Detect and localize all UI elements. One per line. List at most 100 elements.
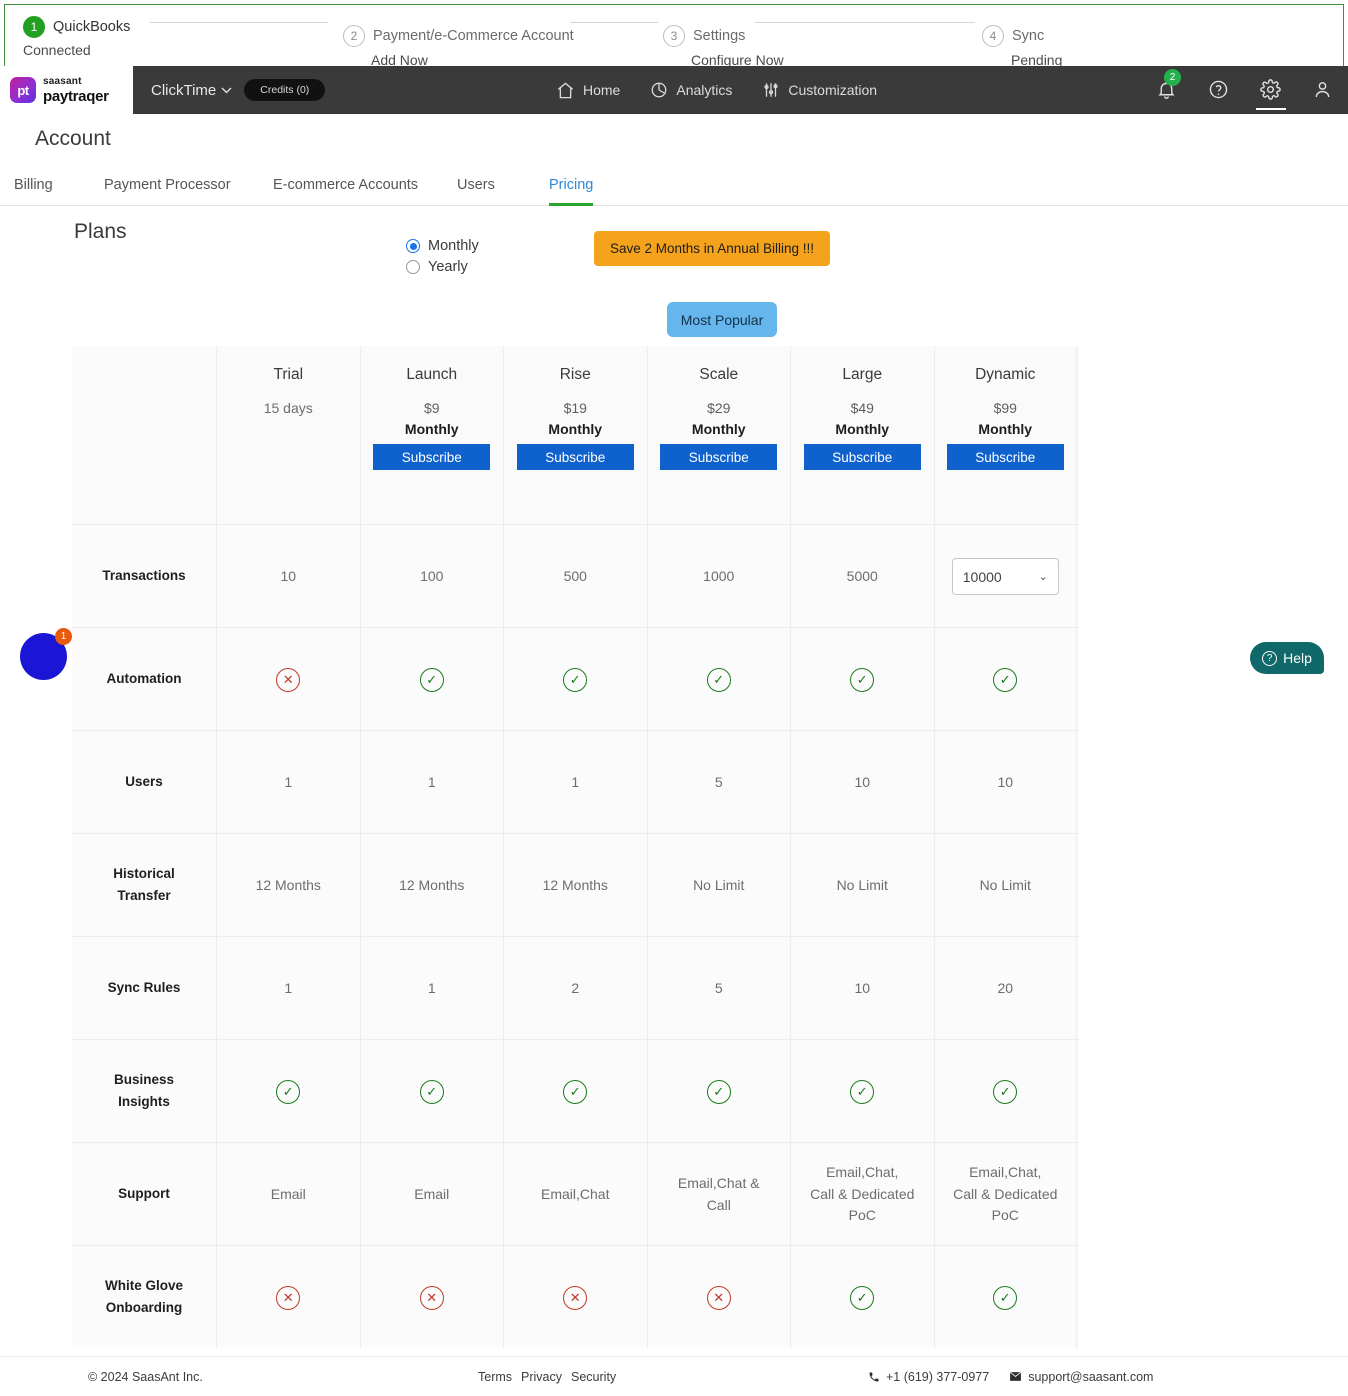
feature-value-cell: Email,Chat, Call & Dedicated PoC <box>790 1143 934 1246</box>
plan-column-rise: Rise $19 Monthly Subscribe <box>503 346 647 524</box>
feature-included-cell: ✓ <box>646 628 791 731</box>
feature-included-cell: ✓ <box>790 1040 934 1143</box>
tab-billing[interactable]: Billing <box>14 166 53 205</box>
tab-ecommerce-accounts[interactable]: E-commerce Accounts <box>273 166 418 205</box>
stepper-step-payment[interactable]: 2 Payment/e-Commerce Account <box>343 25 574 47</box>
subscribe-button-large[interactable]: Subscribe <box>803 444 921 470</box>
phone-icon <box>868 1371 880 1383</box>
step-title: Sync <box>1012 28 1045 44</box>
logo-brand-bottom: paytraqer <box>43 87 109 105</box>
feature-included-cell: ✓ <box>790 1246 934 1349</box>
feature-value-cell: 1 <box>216 937 360 1040</box>
feature-excluded-cell: ✕ <box>503 1246 647 1349</box>
feature-value-cell: 1000 <box>646 525 791 628</box>
transactions-volume-select[interactable]: 10000 ⌄ <box>951 558 1059 595</box>
credits-badge[interactable]: Credits (0) <box>244 79 326 101</box>
subscribe-button-launch[interactable]: Subscribe <box>373 444 491 470</box>
paytraqer-logo-icon: pt <box>10 77 36 103</box>
notifications-button[interactable]: 2 <box>1156 69 1181 101</box>
page-title: Account <box>35 127 111 150</box>
annual-savings-banner[interactable]: Save 2 Months in Annual Billing !!! <box>594 231 830 266</box>
app-logo[interactable]: pt saasant paytraqer <box>0 66 133 114</box>
footer-email[interactable]: support@saasant.com <box>1009 1370 1153 1384</box>
select-value: 10000 <box>962 568 1002 585</box>
feature-label: Sync Rules <box>107 980 181 996</box>
nav-label: Customization <box>788 82 878 98</box>
feature-value-cell: 12 Months <box>503 834 647 937</box>
help-button-label: Help <box>1283 650 1312 666</box>
pricing-feature-row: Historical Transfer 12 Months 12 Months 12 M… <box>72 833 1079 937</box>
check-circle-icon: ✓ <box>706 1079 731 1104</box>
nav-item-customization[interactable]: Customization <box>762 81 877 99</box>
tab-pricing[interactable]: Pricing <box>549 166 593 206</box>
help-button[interactable]: ? Help <box>1250 642 1324 674</box>
step-title: QuickBooks <box>53 19 131 35</box>
nav-label: Home <box>583 82 621 98</box>
feature-included-cell: ✓ <box>216 1040 360 1143</box>
envelope-icon <box>1009 1371 1022 1382</box>
plan-name: Trial <box>273 366 304 383</box>
logo-brand-top: saasant <box>43 75 82 87</box>
radio-yearly[interactable]: Yearly <box>406 259 479 275</box>
footer-phone[interactable]: +1 (619) 377-0977 <box>868 1370 989 1384</box>
check-circle-icon: ✓ <box>850 667 875 692</box>
step-number-badge: 4 <box>982 25 1004 47</box>
plan-period: Monthly <box>548 421 603 437</box>
tab-payment-processor[interactable]: Payment Processor <box>104 166 231 205</box>
help-circle-button[interactable] <box>1208 79 1230 101</box>
pricing-feature-row: Business Insights ✓ ✓ ✓ ✓ ✓ ✓ <box>72 1039 1079 1143</box>
feature-included-cell: ✓ <box>933 1246 1077 1349</box>
transactions-select-cell: 10000 ⌄ <box>933 525 1077 628</box>
feature-label: Support <box>118 1186 170 1202</box>
plan-column-large: Large $49 Monthly Subscribe <box>790 346 934 524</box>
feature-included-cell: ✓ <box>933 628 1077 731</box>
feature-label: Transactions <box>102 568 186 584</box>
settings-gear-button[interactable] <box>1256 79 1286 110</box>
feature-value-cell: 10 <box>216 525 360 628</box>
plan-price: $9 <box>423 400 440 416</box>
feature-value-cell: 12 Months <box>216 834 360 937</box>
feature-value-cell: 12 Months <box>359 834 504 937</box>
feature-value-cell: 1 <box>359 937 504 1040</box>
feature-value-cell: 1 <box>359 731 504 834</box>
feature-value-cell: Email <box>216 1143 360 1246</box>
feature-value-cell: Email,Chat, Call & Dedicated PoC <box>933 1143 1077 1246</box>
footer-links: Terms Privacy Security <box>478 1370 616 1384</box>
plan-price: $49 <box>850 400 874 416</box>
stepper-step-sync[interactable]: 4 Sync <box>982 25 1044 47</box>
subscribe-button-scale[interactable]: Subscribe <box>660 444 778 470</box>
step-number-badge: 3 <box>663 25 685 47</box>
onboarding-stepper: 1 QuickBooks Connected 2 Payment/e-Comme… <box>4 4 1344 70</box>
feature-value-cell: 20 <box>933 937 1077 1040</box>
account-selector-label: ClickTime <box>151 81 217 99</box>
footer-link-privacy[interactable]: Privacy <box>521 1370 562 1384</box>
feature-value-cell: 1 <box>216 731 360 834</box>
radio-monthly[interactable]: Monthly <box>406 238 479 254</box>
tab-users[interactable]: Users <box>457 166 495 205</box>
chevron-down-icon <box>221 87 232 94</box>
plan-column-dynamic: Dynamic $99 Monthly Subscribe <box>933 346 1077 524</box>
pricing-table-header-row: Trial 15 days Launch $9 Monthly Subscrib… <box>72 346 1079 524</box>
check-circle-icon: ✓ <box>563 667 588 692</box>
subscribe-button-dynamic[interactable]: Subscribe <box>946 444 1064 470</box>
stepper-step-settings[interactable]: 3 Settings <box>663 25 745 47</box>
nav-item-analytics[interactable]: Analytics <box>650 81 732 99</box>
top-navigation-bar: pt saasant paytraqer ClickTime Credits (… <box>0 66 1348 114</box>
feature-label: Users <box>125 774 163 790</box>
footer-link-security[interactable]: Security <box>571 1370 616 1384</box>
feature-value-cell: No Limit <box>933 834 1077 937</box>
nav-item-home[interactable]: Home <box>556 81 620 100</box>
plan-name: Launch <box>406 366 458 383</box>
feature-included-cell: ✓ <box>933 1040 1077 1143</box>
subscribe-button-rise[interactable]: Subscribe <box>516 444 634 470</box>
active-indicator <box>1256 108 1286 110</box>
plan-period: Monthly <box>835 421 890 437</box>
footer-link-terms[interactable]: Terms <box>478 1370 512 1384</box>
feature-label: Automation <box>106 671 182 687</box>
check-circle-icon: ✓ <box>706 667 731 692</box>
pricing-table: Trial 15 days Launch $9 Monthly Subscrib… <box>72 346 1079 1349</box>
account-selector-dropdown[interactable]: ClickTime <box>151 82 232 99</box>
check-circle-icon: ✓ <box>850 1285 875 1310</box>
user-profile-button[interactable] <box>1312 79 1334 101</box>
account-tabs: Billing Payment Processor E-commerce Acc… <box>0 166 1348 206</box>
